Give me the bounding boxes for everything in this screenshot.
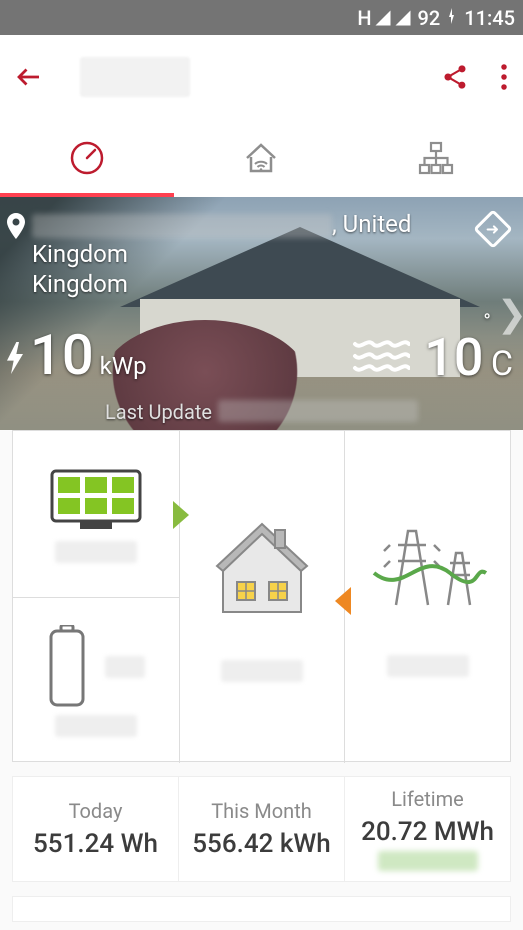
temperature-value: 10 bbox=[424, 327, 483, 388]
location-pin-icon bbox=[6, 213, 26, 239]
diagram-col-grid bbox=[344, 431, 510, 763]
system-power: 10 kWp bbox=[6, 322, 147, 388]
android-status-bar: H 92 11:45 bbox=[0, 0, 523, 35]
tab-home[interactable] bbox=[174, 119, 348, 197]
stats-lifetime-money bbox=[378, 851, 478, 871]
content-area: Today 551.24 Wh This Month 556.42 kWh Li… bbox=[0, 430, 523, 930]
stats-today[interactable]: Today 551.24 Wh bbox=[13, 777, 178, 881]
diagram-col-house bbox=[179, 431, 345, 763]
stats-lifetime-value: 20.72 MWh bbox=[361, 817, 494, 847]
last-update-label: Last Update bbox=[105, 400, 212, 424]
solar-cell bbox=[13, 431, 179, 597]
signal-indicators: H bbox=[357, 6, 411, 30]
diagram-col-source bbox=[13, 431, 179, 763]
power-value: 10 bbox=[30, 322, 94, 388]
solar-panel-icon bbox=[46, 465, 146, 535]
app-bar bbox=[0, 35, 523, 119]
grid-value bbox=[387, 655, 469, 677]
stats-today-value: 551.24 Wh bbox=[33, 829, 158, 859]
gauge-icon bbox=[69, 140, 105, 176]
battery-percent: 92 bbox=[418, 6, 441, 30]
clock: 11:45 bbox=[464, 6, 515, 30]
battery-percent bbox=[105, 656, 145, 678]
network-type: H bbox=[357, 6, 371, 30]
share-button[interactable] bbox=[441, 63, 469, 91]
power-unit: kWp bbox=[100, 352, 147, 380]
fog-icon bbox=[352, 338, 410, 378]
back-button[interactable] bbox=[14, 62, 44, 92]
tab-bar bbox=[0, 119, 523, 197]
sitemap-icon bbox=[417, 139, 455, 177]
battery-icon bbox=[47, 625, 87, 709]
stats-month-value: 556.42 kWh bbox=[192, 829, 330, 859]
battery-cell bbox=[13, 597, 179, 763]
stats-month[interactable]: This Month 556.42 kWh bbox=[178, 777, 344, 881]
temperature-unit: C bbox=[491, 344, 513, 384]
solar-value bbox=[55, 541, 137, 563]
tab-layout[interactable] bbox=[349, 119, 523, 197]
signal-icon bbox=[394, 9, 412, 27]
grid-pylon-icon bbox=[368, 517, 488, 617]
battery-value bbox=[55, 715, 137, 737]
degree-symbol: ° bbox=[483, 309, 490, 333]
signal-icon bbox=[374, 9, 392, 27]
more-menu-button[interactable] bbox=[499, 62, 509, 92]
weather: 10°C bbox=[352, 327, 513, 388]
tab-dashboard[interactable] bbox=[0, 119, 174, 197]
location-line2: Kingdom bbox=[32, 269, 473, 299]
site-hero: , United Kingdom Kingdom ➜ 10 kWp 10°C ❯… bbox=[0, 197, 523, 430]
stats-month-label: This Month bbox=[211, 799, 312, 823]
last-update-value bbox=[218, 400, 418, 422]
last-update: Last Update bbox=[0, 400, 523, 424]
stats-lifetime[interactable]: Lifetime 20.72 MWh bbox=[344, 777, 510, 881]
bolt-icon bbox=[6, 342, 24, 374]
flow-arrow-grid-to-house bbox=[335, 587, 351, 615]
energy-flow-diagram[interactable] bbox=[12, 430, 511, 762]
stats-today-label: Today bbox=[69, 799, 123, 823]
battery-charging-icon bbox=[446, 8, 458, 28]
hero-next-button[interactable]: ❯ bbox=[497, 293, 523, 335]
house-icon bbox=[207, 512, 317, 622]
home-wifi-icon bbox=[241, 138, 281, 178]
house-value bbox=[221, 660, 303, 682]
next-card-peek[interactable] bbox=[12, 896, 511, 922]
directions-button[interactable]: ➜ bbox=[473, 209, 513, 249]
energy-stats: Today 551.24 Wh This Month 556.42 kWh Li… bbox=[12, 776, 511, 882]
flow-arrow-solar-to-house bbox=[173, 501, 189, 529]
stats-lifetime-label: Lifetime bbox=[391, 787, 464, 811]
site-location: , United Kingdom Kingdom bbox=[32, 209, 473, 299]
page-title bbox=[80, 57, 190, 97]
